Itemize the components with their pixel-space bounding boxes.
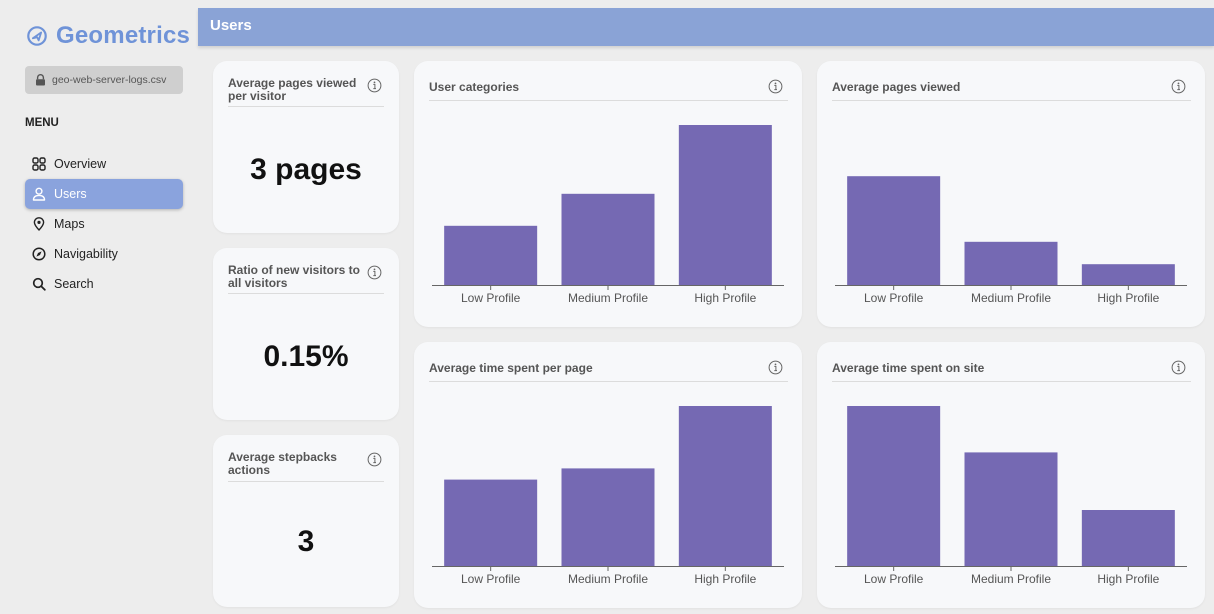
page-header: Users bbox=[198, 8, 1214, 46]
sidebar: Geometrics geo-web-server-logs.csv MENU … bbox=[0, 0, 198, 614]
nav-item-label: Users bbox=[54, 187, 87, 201]
bar-low-profile[interactable] bbox=[444, 225, 538, 285]
bar-high-profile[interactable] bbox=[678, 406, 772, 566]
stat-card-stepbacks: Average stepbacks actions 3 bbox=[213, 435, 399, 607]
file-selector[interactable]: geo-web-server-logs.csv bbox=[25, 66, 183, 94]
stat-title: Ratio of new visitors to all visitors bbox=[228, 263, 361, 290]
bar-low-profile[interactable] bbox=[847, 406, 941, 566]
x-tick-label: Low Profile bbox=[461, 291, 521, 305]
stat-title: Average stepbacks actions bbox=[228, 450, 337, 477]
x-tick-label: High Profile bbox=[694, 291, 756, 305]
stat-card-pages-per-visitor: Average pages viewed per visitor 3 pages bbox=[213, 61, 399, 233]
compass-icon bbox=[32, 247, 46, 261]
bar-medium-profile[interactable] bbox=[561, 468, 655, 566]
bar-chart: Low Profile Medium Profile High Profile bbox=[835, 406, 1187, 586]
chart-card-time-per-page: Average time spent per page Low Profile M… bbox=[414, 342, 802, 608]
nav-item-maps[interactable]: Maps bbox=[25, 209, 183, 239]
bar-chart: Low Profile Medium Profile High Profile bbox=[432, 406, 784, 586]
map-pin-icon bbox=[33, 217, 45, 231]
stat-title: Average pages viewed per visitor bbox=[228, 76, 357, 103]
bar-high-profile[interactable] bbox=[1081, 264, 1175, 285]
nav-menu: Overview Users Maps Navigability Search bbox=[25, 149, 183, 299]
x-tick-label: Low Profile bbox=[461, 572, 521, 586]
user-icon bbox=[32, 187, 46, 201]
bar-chart: Low Profile Medium Profile High Profile bbox=[835, 176, 1187, 305]
bar-low-profile[interactable] bbox=[444, 479, 538, 566]
divider bbox=[228, 106, 384, 107]
nav-item-label: Maps bbox=[54, 217, 85, 231]
bar-low-profile[interactable] bbox=[847, 176, 941, 285]
chart-card-user-categories: User categories Low Profile Medium Profil… bbox=[414, 61, 802, 327]
bar-high-profile[interactable] bbox=[1081, 510, 1175, 566]
x-tick-label: Medium Profile bbox=[971, 572, 1051, 586]
x-tick-label: Low Profile bbox=[864, 291, 924, 305]
nav-item-users[interactable]: Users bbox=[25, 179, 183, 209]
navigation-circle-icon bbox=[27, 26, 47, 46]
x-tick-label: High Profile bbox=[1097, 291, 1159, 305]
nav-item-navigability[interactable]: Navigability bbox=[25, 239, 183, 269]
chart-card-time-on-site: Average time spent on site Low Profile Me… bbox=[817, 342, 1205, 608]
x-tick-label: Low Profile bbox=[864, 572, 924, 586]
file-name: geo-web-server-logs.csv bbox=[52, 74, 167, 86]
nav-item-label: Overview bbox=[54, 157, 107, 171]
stat-card-new-visitor-ratio: Ratio of new visitors to all visitors 0.… bbox=[213, 248, 399, 420]
info-icon[interactable] bbox=[367, 78, 382, 93]
x-tick-label: Medium Profile bbox=[971, 291, 1051, 305]
lock-icon bbox=[36, 74, 45, 86]
brand-logo[interactable]: Geometrics bbox=[26, 22, 190, 50]
chart-card-average-pages-viewed: Average pages viewed Low Profile Medium P… bbox=[817, 61, 1205, 327]
bar-medium-profile[interactable] bbox=[561, 193, 655, 285]
x-tick-label: High Profile bbox=[1097, 572, 1159, 586]
stat-value: 0.15% bbox=[263, 340, 349, 373]
stat-value: 3 pages bbox=[250, 153, 362, 186]
menu-heading: MENU bbox=[25, 117, 59, 129]
search-icon bbox=[32, 277, 46, 291]
divider bbox=[228, 293, 384, 294]
stat-value: 3 bbox=[297, 525, 315, 558]
nav-item-search[interactable]: Search bbox=[25, 269, 183, 299]
page-title: Users bbox=[210, 17, 252, 34]
bar-medium-profile[interactable] bbox=[964, 241, 1058, 285]
nav-item-label: Search bbox=[54, 277, 94, 291]
nav-item-label: Navigability bbox=[54, 247, 118, 261]
nav-item-overview[interactable]: Overview bbox=[25, 149, 183, 179]
x-tick-label: Medium Profile bbox=[568, 572, 648, 586]
info-icon[interactable] bbox=[367, 265, 382, 280]
grid-icon bbox=[32, 157, 46, 171]
x-tick-label: High Profile bbox=[694, 572, 756, 586]
divider bbox=[228, 481, 384, 482]
bar-medium-profile[interactable] bbox=[964, 452, 1058, 566]
bar-chart: Low Profile Medium Profile High Profile bbox=[432, 125, 784, 305]
x-tick-label: Medium Profile bbox=[568, 291, 648, 305]
info-icon[interactable] bbox=[367, 452, 382, 467]
brand-name: Geometrics bbox=[56, 22, 191, 49]
bar-high-profile[interactable] bbox=[678, 125, 772, 285]
